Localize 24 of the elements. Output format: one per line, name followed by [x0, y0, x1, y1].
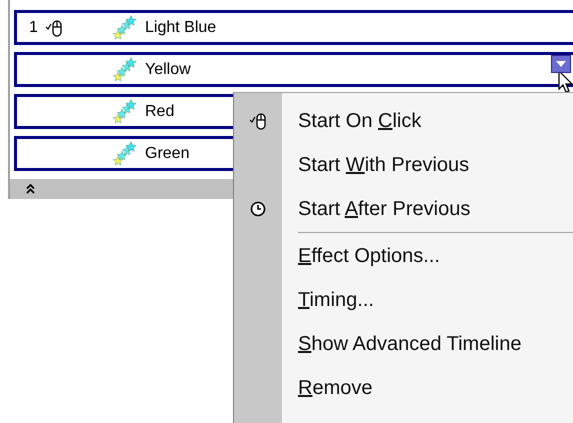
menu-item[interactable]: Show Advanced Timeline [298, 332, 522, 356]
stars-icon [111, 98, 137, 124]
mouse-icon [45, 18, 63, 38]
effect-label: Red [145, 102, 174, 120]
effect-item[interactable]: Yellow [14, 52, 573, 87]
clock-icon [250, 201, 266, 217]
menu-item[interactable]: Timing... [298, 288, 374, 312]
menu-item[interactable]: Start On Click [298, 110, 422, 132]
stars-icon [111, 56, 137, 82]
menu-item[interactable]: Remove [298, 376, 372, 400]
mouse-icon [249, 111, 267, 131]
stars-icon [111, 14, 137, 40]
double-chevron-up-icon [26, 184, 35, 194]
stars-icon [111, 140, 137, 166]
effect-label: Yellow [145, 60, 191, 78]
dropdown-button[interactable] [551, 55, 571, 73]
menu-item[interactable]: Start With Previous [298, 154, 470, 176]
effect-label: Green [145, 144, 190, 162]
menu-item[interactable]: Start After Previous [298, 198, 470, 220]
menu-item[interactable]: Effect Options... [298, 244, 440, 268]
effect-number: 1 [29, 18, 39, 36]
caret-icon [556, 61, 566, 67]
effect-item[interactable]: 1 Light Blue [14, 10, 573, 45]
effect-label: Light Blue [145, 18, 216, 36]
